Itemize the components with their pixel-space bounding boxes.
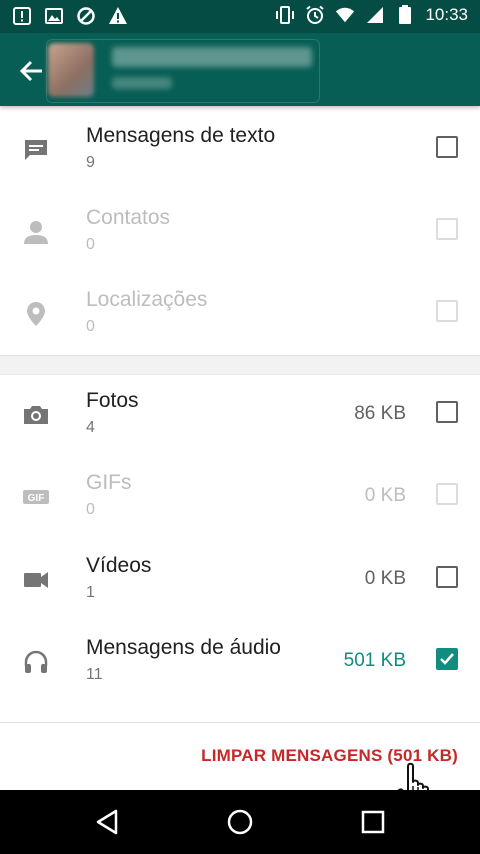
status-bar-notifications (12, 6, 128, 26)
storage-item-gifs: GIF GIFs 0 0 KB (0, 455, 480, 537)
storage-item-contacts: Contatos 0 (0, 190, 480, 272)
item-checkbox (436, 218, 458, 240)
item-label: Mensagens de áudio (86, 636, 281, 659)
storage-item-locations: Localizações 0 (0, 272, 480, 354)
image-icon (44, 6, 64, 26)
item-label: Contatos (86, 206, 171, 229)
alarm-icon (305, 5, 325, 25)
avatar[interactable] (48, 43, 94, 97)
svg-text:GIF: GIF (28, 493, 45, 504)
back-triangle-icon[interactable] (92, 806, 124, 838)
location-pin-icon (20, 298, 52, 330)
storage-item-photos[interactable]: Fotos 4 86 KB (0, 373, 480, 455)
battery-icon (395, 5, 415, 25)
contact-subtitle-redacted (112, 77, 172, 89)
video-camera-icon (20, 564, 52, 596)
item-count: 9 (86, 154, 95, 171)
item-label: GIFs (86, 471, 132, 494)
item-checkbox[interactable] (436, 566, 458, 588)
item-count: 0 (86, 501, 95, 518)
app-toolbar (0, 33, 480, 106)
item-count: 0 (86, 318, 95, 335)
item-checkbox[interactable] (436, 136, 458, 158)
item-label: Mensagens de texto (86, 124, 276, 147)
signal-icon (365, 5, 385, 25)
home-circle-icon[interactable] (224, 806, 256, 838)
item-label: Vídeos (86, 554, 152, 577)
item-checkbox-checked[interactable] (436, 648, 458, 670)
wifi-icon (335, 5, 355, 25)
item-size: 0 KB (364, 568, 406, 589)
footer-divider (0, 722, 480, 723)
person-icon (20, 216, 52, 248)
message-icon (20, 134, 52, 166)
recents-square-icon[interactable] (357, 806, 389, 838)
item-count: 1 (86, 584, 95, 601)
warning-icon (108, 6, 128, 26)
storage-item-videos[interactable]: Vídeos 1 0 KB (0, 538, 480, 620)
storage-item-text-messages[interactable]: Mensagens de texto 9 (0, 108, 480, 190)
item-count: 0 (86, 236, 95, 253)
storage-item-audio-messages[interactable]: Mensagens de áudio 11 501 KB (0, 620, 480, 702)
clock-time: 10:33 (425, 5, 468, 24)
blocked-icon (76, 6, 96, 26)
status-bar: 10:33 (0, 0, 480, 33)
item-label: Localizações (86, 288, 208, 311)
system-navigation-bar (0, 790, 480, 854)
item-count: 11 (86, 666, 103, 683)
item-size: 0 KB (364, 485, 406, 506)
status-bar-system: 10:33 (275, 5, 468, 25)
vibrate-icon (275, 5, 295, 25)
item-checkbox (436, 300, 458, 322)
item-size: 501 KB (343, 650, 406, 671)
item-checkbox (436, 483, 458, 505)
item-count: 4 (86, 419, 95, 436)
notification-alert-icon (12, 6, 32, 26)
item-size: 86 KB (354, 403, 406, 424)
item-checkbox[interactable] (436, 401, 458, 423)
headphones-icon (20, 646, 52, 678)
contact-name-redacted (112, 47, 312, 67)
arrow-left-icon[interactable] (18, 57, 46, 85)
gif-icon: GIF (20, 481, 52, 513)
item-label: Fotos (86, 389, 139, 412)
section-divider (0, 355, 480, 375)
camera-icon (20, 399, 52, 431)
